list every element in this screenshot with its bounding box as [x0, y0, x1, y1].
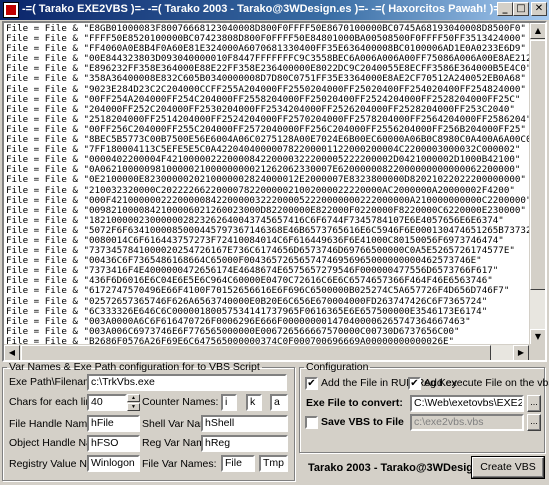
title-bar[interactable]: -=( Tarako EXE2VBS )=- -=( Tarako 2003 -…	[0, 0, 549, 20]
add-run-reg-checkbox[interactable]: ✔	[305, 377, 318, 390]
registry-value-input[interactable]: Winlogon	[87, 455, 140, 472]
horizontal-scroll-thumb[interactable]	[21, 345, 491, 360]
shell-var-input[interactable]: hShell	[201, 415, 288, 432]
footer-credit: Tarako 2003 - Tarako@3WDesign.es	[308, 462, 496, 474]
save-vbs-label: Save VBS to File	[321, 416, 404, 428]
horizontal-scrollbar[interactable]: ◀ ▶	[4, 344, 529, 360]
file-handle-input[interactable]: hFile	[87, 415, 140, 432]
scroll-left-arrow-icon[interactable]: ◀	[4, 345, 20, 360]
vbs-code-text: File = File & "E8GB01000083F800766681230…	[6, 24, 531, 344]
save-vbs-checkbox[interactable]	[305, 416, 318, 429]
file-var-label: File Var Names:	[142, 458, 217, 470]
exe-path-label: Exe Path\Filename	[9, 376, 98, 388]
add-exec-label: Add execute File on the vbs file	[424, 377, 549, 389]
app-icon	[3, 2, 19, 18]
checkmark-icon: ✔	[307, 378, 316, 389]
exe2vbs-window: -=( Tarako EXE2VBS )=- -=( Tarako 2003 -…	[0, 0, 549, 485]
object-handle-input[interactable]: hFSO	[87, 435, 140, 452]
vbs-output-textarea[interactable]: File = File & "E8GB01000083F800766681230…	[2, 21, 547, 362]
counter-i-input[interactable]: i	[221, 394, 237, 411]
scrollbar-corner	[529, 344, 545, 360]
scroll-up-arrow-icon[interactable]: ▲	[530, 23, 545, 39]
save-vbs-path-input[interactable]: c:\exe2vbs.vbs	[410, 414, 524, 431]
counter-k-input[interactable]: k	[246, 394, 262, 411]
code-line: File = File & "B2686F0576A26F69E6C647565…	[6, 335, 455, 344]
browse-exe-button[interactable]: ...	[527, 395, 541, 412]
exe-path-input[interactable]: c:\TrkVbs.exe	[87, 374, 287, 391]
spin-up-icon[interactable]: ▲	[127, 394, 140, 402]
file-handle-label: File Handle Names	[9, 418, 99, 430]
configuration-legend: Configuration	[306, 361, 369, 373]
vertical-scrollbar[interactable]: ▲ ▼	[529, 23, 545, 345]
counter-a-input[interactable]: a	[270, 394, 288, 411]
var-names-legend: Var Names & Exe Path configuration for t…	[9, 361, 260, 373]
file-var-input[interactable]: File	[221, 455, 255, 472]
tmp-var-input[interactable]: Tmp	[259, 455, 288, 472]
window-title: -=( Tarako EXE2VBS )=- -=( Tarako 2003 -…	[22, 3, 549, 15]
chars-per-line-label: Chars for each line	[9, 396, 98, 408]
close-button[interactable]: ✕	[531, 2, 547, 16]
vertical-scroll-thumb[interactable]	[530, 40, 545, 290]
minimize-button[interactable]: _	[497, 2, 513, 16]
browse-vbs-button[interactable]: ...	[527, 414, 541, 431]
chars-per-line-input[interactable]: 40	[87, 394, 127, 411]
checkmark-icon: ✔	[410, 378, 419, 389]
exe-convert-input[interactable]: C:\Web\exetovbs\EXE2VBS_10\Local_TR	[410, 395, 524, 412]
code-line: File = File & "0E2100000E823000002021000…	[6, 174, 526, 186]
chars-per-line-spinner[interactable]: ▲ ▼	[127, 394, 140, 411]
scroll-right-arrow-icon[interactable]: ▶	[513, 345, 529, 360]
add-exec-checkbox[interactable]: ✔	[408, 377, 421, 390]
scroll-down-arrow-icon[interactable]: ▼	[530, 329, 545, 345]
create-vbs-button[interactable]: Create VBS	[471, 456, 545, 479]
spin-down-icon[interactable]: ▼	[127, 403, 140, 411]
exe-convert-label: Exe File to convert:	[306, 397, 403, 409]
maximize-button[interactable]: □	[513, 2, 529, 16]
counter-names-label: Counter Names:	[142, 396, 219, 408]
reg-var-input[interactable]: hReg	[201, 435, 288, 452]
